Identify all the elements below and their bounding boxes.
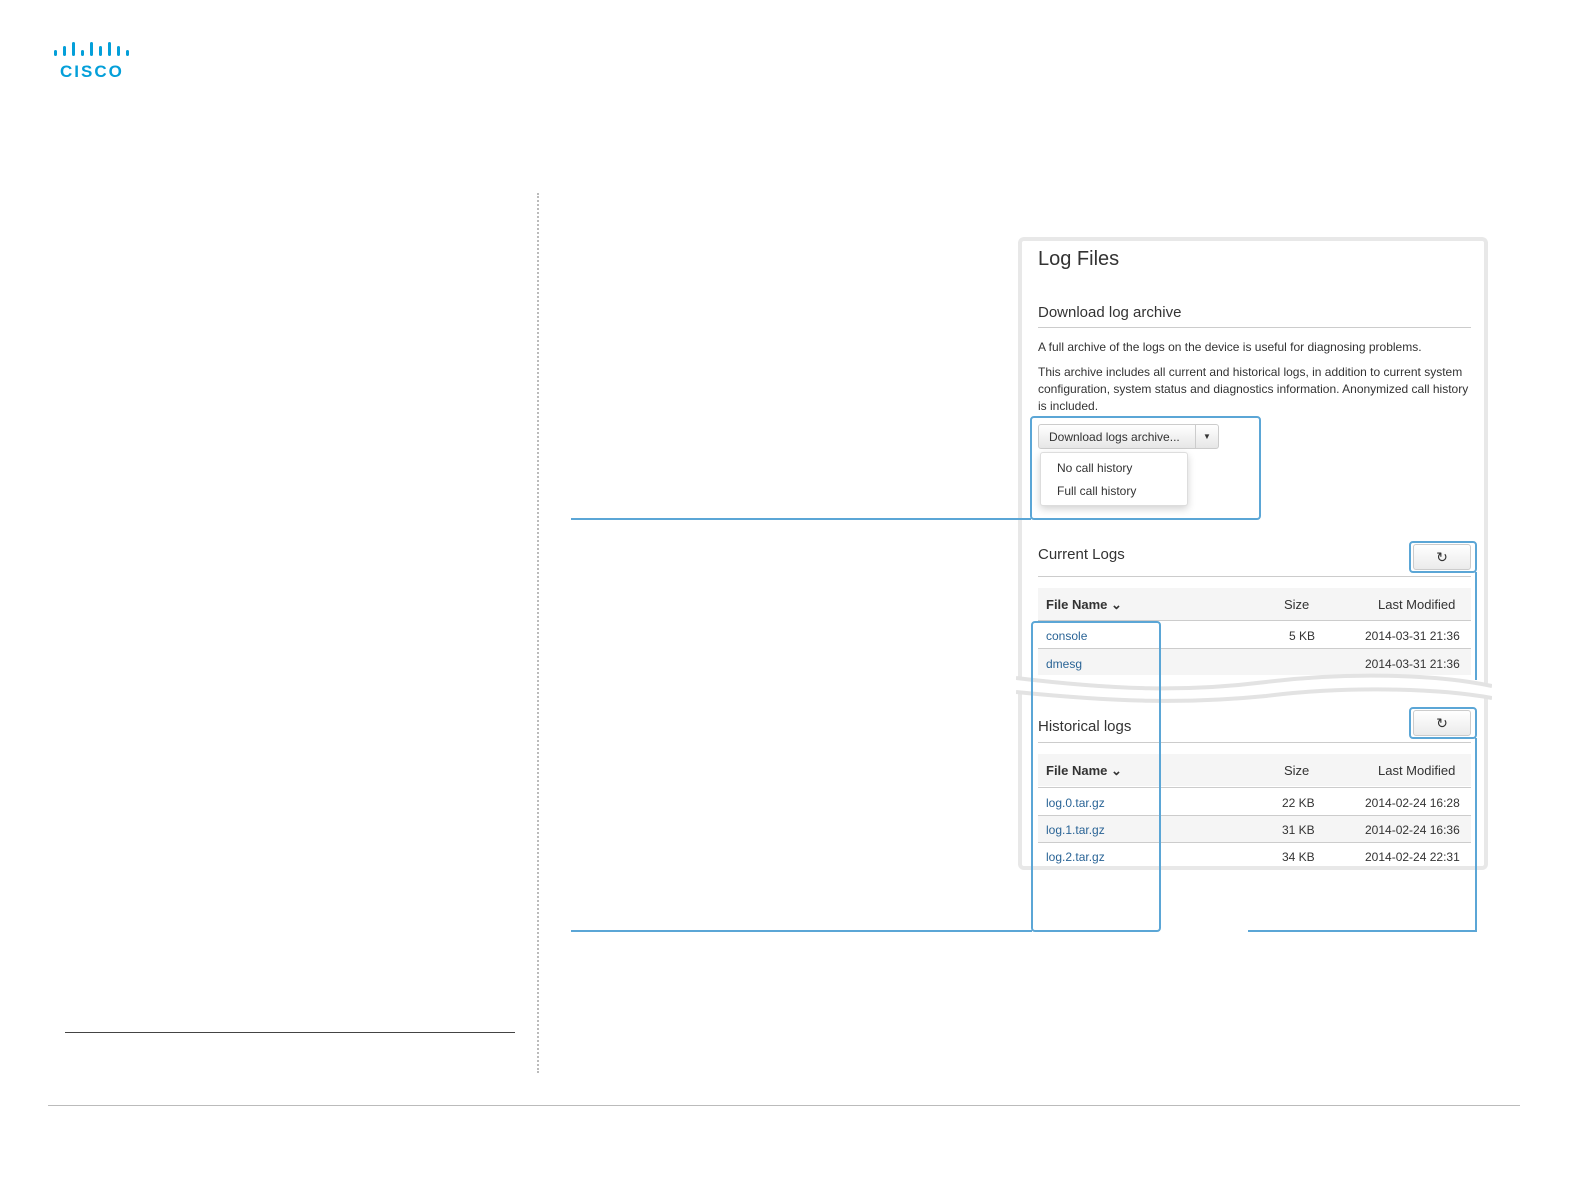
callout-line-file-names [571,930,1032,932]
chevron-down-icon: ⌄ [1111,597,1122,612]
callout-refresh-historical [1409,707,1477,739]
divider [1038,327,1471,328]
log-file-modified: 2014-03-31 21:36 [1365,629,1460,643]
log-file-modified: 2014-02-24 16:36 [1365,823,1460,837]
callout-refresh-current [1409,541,1477,573]
log-file-size: 5 KB [1289,629,1316,643]
callout-line-refresh-h [1248,930,1477,932]
current-logs-heading: Current Logs [1038,546,1125,563]
callout-line-download [571,518,1031,520]
download-heading: Download log archive [1038,304,1182,321]
callout-line-refresh [1475,738,1477,932]
divider [1038,576,1471,577]
log-file-modified: 2014-02-24 16:28 [1365,796,1460,810]
column-last-modified[interactable]: Last Modified [1378,763,1455,778]
download-description: A full archive of the logs on the device… [1038,340,1422,354]
column-last-modified[interactable]: Last Modified [1378,597,1455,612]
column-size[interactable]: Size [1284,597,1309,612]
left-rule [65,1032,515,1033]
column-size[interactable]: Size [1284,763,1309,778]
logo-wordmark: CISCO [60,62,124,81]
page-title: Log Files [1038,248,1120,270]
archive-description: This archive includes all current and hi… [1038,365,1469,413]
callout-download [1030,416,1261,520]
column-file-name[interactable]: File Name ⌄ [1046,597,1122,613]
column-divider [537,193,539,1073]
log-file-size: 31 KB [1282,823,1315,837]
log-file-size: 34 KB [1282,850,1315,864]
log-file-size: 22 KB [1282,796,1315,810]
log-file-modified: 2014-02-24 22:31 [1365,850,1460,864]
callout-file-names [1031,621,1161,932]
footer-rule [48,1105,1520,1106]
callout-line-refresh [1475,572,1477,680]
